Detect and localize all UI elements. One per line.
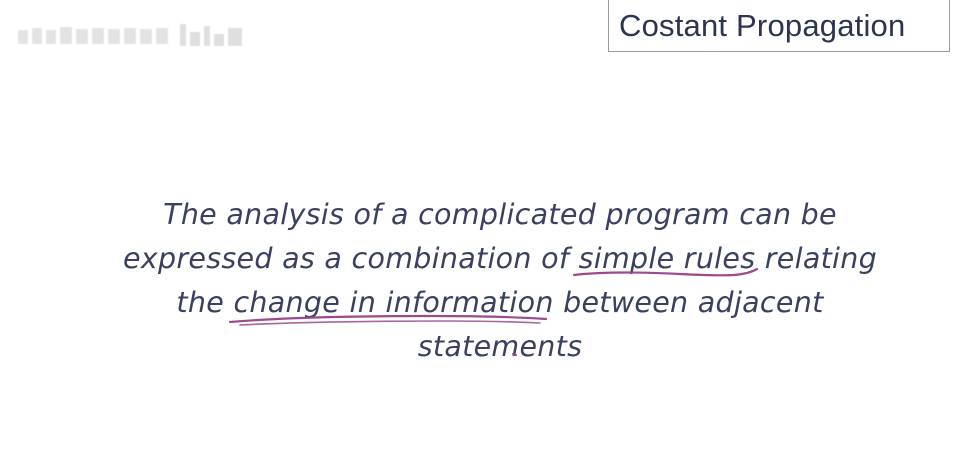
slide-title-box: Costant Propagation (608, 0, 950, 52)
body-line-3: the change in information between adjace… (176, 286, 824, 319)
body-line-4: statements (417, 330, 583, 363)
slide-body: The analysis of a complicated program ca… (90, 193, 910, 369)
slide-page: Costant Propagation The analysis of a co… (0, 0, 960, 459)
body-line-1: The analysis of a complicated program ca… (163, 198, 837, 231)
watermark-logo-icon (18, 24, 242, 46)
body-line-2: expressed as a combination of simple rul… (122, 242, 878, 275)
slide-title: Costant Propagation (619, 7, 906, 43)
